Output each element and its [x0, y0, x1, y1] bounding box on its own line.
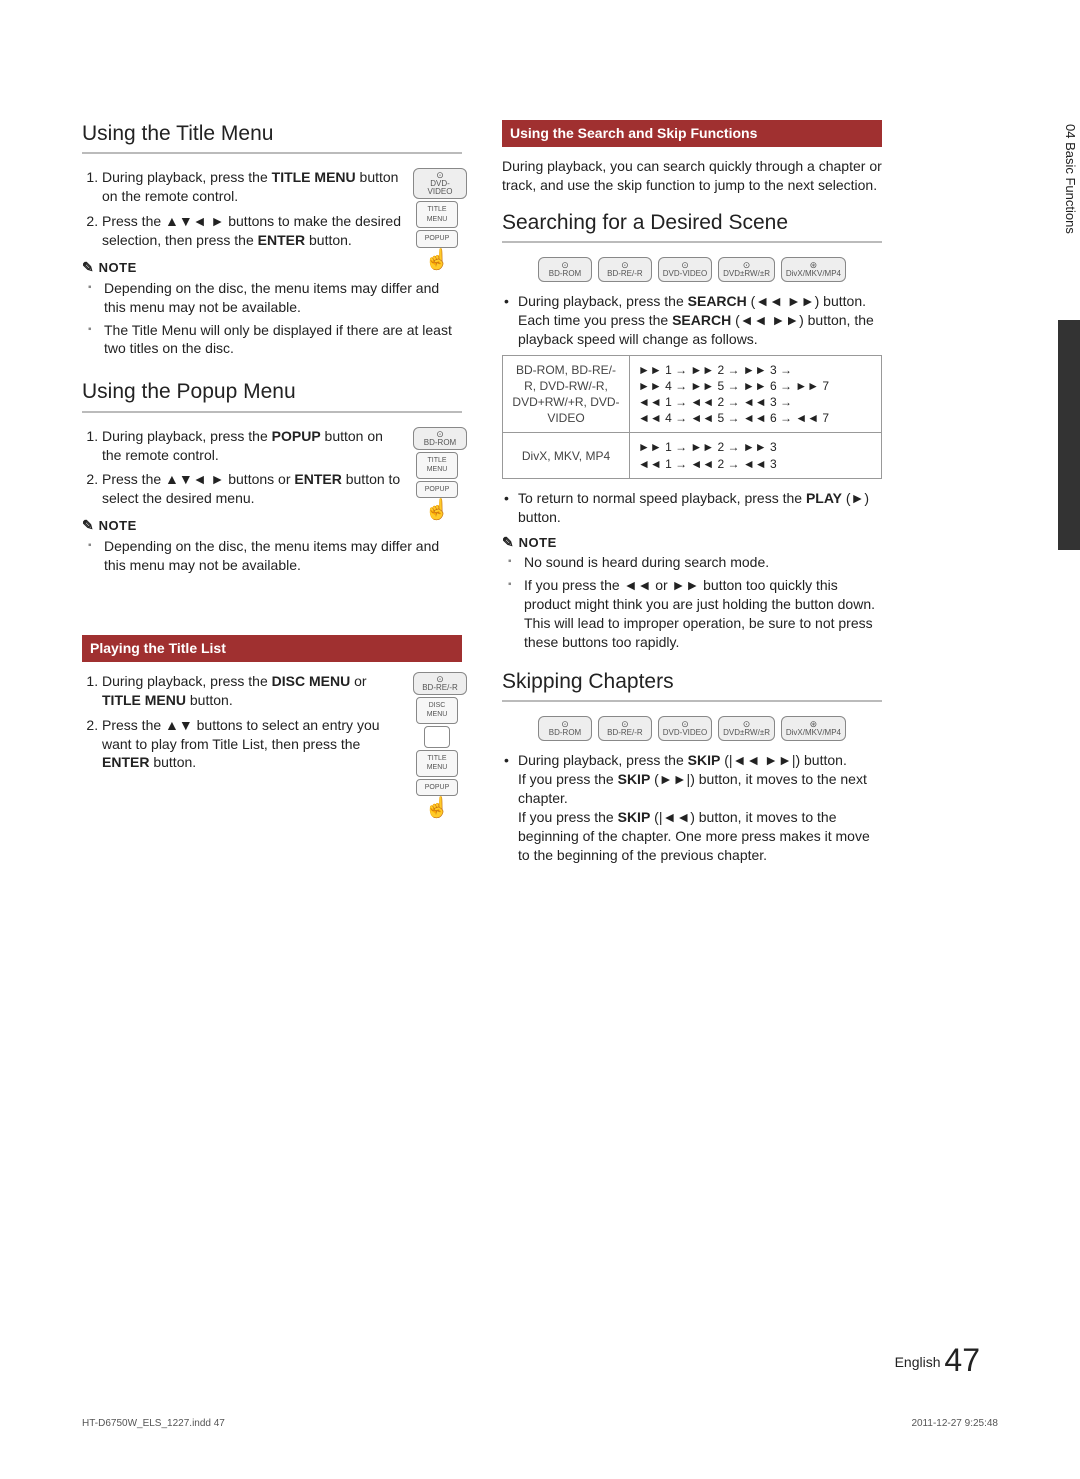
speed-table: BD-ROM, BD-RE/-R, DVD-RW/-R, DVD+RW/+R, … — [502, 355, 882, 479]
title-menu-notes: Depending on the disc, the menu items ma… — [82, 279, 462, 359]
side-black-block — [1058, 320, 1080, 550]
searching-scene-heading: Searching for a Desired Scene — [502, 209, 882, 237]
note-label: NOTE — [502, 533, 882, 552]
title-menu-steps: During playback, press the TITLE MENU bu… — [82, 168, 462, 250]
right-column: Using the Search and Skip Functions Duri… — [502, 120, 882, 871]
skip-disc-badges: ⊙BD-ROM ⊙BD-RE/-R ⊙DVD-VIDEO ⊙DVD±RW/±R … — [502, 716, 882, 741]
popup-menu-notes: Depending on the disc, the menu items ma… — [82, 537, 462, 575]
note-label: NOTE — [82, 516, 462, 535]
search-disc-badges: ⊙BD-ROM ⊙BD-RE/-R ⊙DVD-VIDEO ⊙DVD±RW/±R … — [502, 257, 882, 282]
skipping-chapters-heading: Skipping Chapters — [502, 668, 882, 696]
skip-bullets: During playback, press the SKIP (|◄◄ ►►|… — [502, 751, 882, 864]
search-notes: No sound is heard during search mode. If… — [502, 553, 882, 651]
remote-icon-title-menu: ⊙DVD-VIDEO TITLE MENU POPUP ☝ — [412, 168, 462, 269]
note-label: NOTE — [82, 258, 462, 277]
playing-title-list-bar: Playing the Title List — [82, 635, 462, 662]
title-menu-heading: Using the Title Menu — [82, 120, 462, 148]
search-bullet-2: To return to normal speed playback, pres… — [502, 489, 882, 527]
search-skip-bar: Using the Search and Skip Functions — [502, 120, 882, 147]
search-bullet-1: During playback, press the SEARCH (◄◄ ►►… — [502, 292, 882, 349]
side-tab: 04 Basic Functions — [1061, 120, 1080, 238]
popup-menu-heading: Using the Popup Menu — [82, 378, 462, 406]
title-list-steps: During playback, press the DISC MENU or … — [82, 672, 462, 772]
page-number: English 47 — [895, 1342, 980, 1379]
search-skip-intro: During playback, you can search quickly … — [502, 157, 882, 195]
remote-icon-title-list: ⊙BD-RE/-R DISC MENU TITLE MENU POPUP ☝ — [412, 672, 462, 818]
left-column: Using the Title Menu ⊙DVD-VIDEO TITLE ME… — [82, 120, 462, 871]
popup-menu-steps: During playback, press the POPUP button … — [82, 427, 462, 509]
remote-icon-popup: ⊙BD-ROM TITLE MENU POPUP ☝ — [412, 427, 462, 520]
footer-meta: HT-D6750W_ELS_1227.indd 47 2011-12-27 9:… — [82, 1418, 998, 1429]
